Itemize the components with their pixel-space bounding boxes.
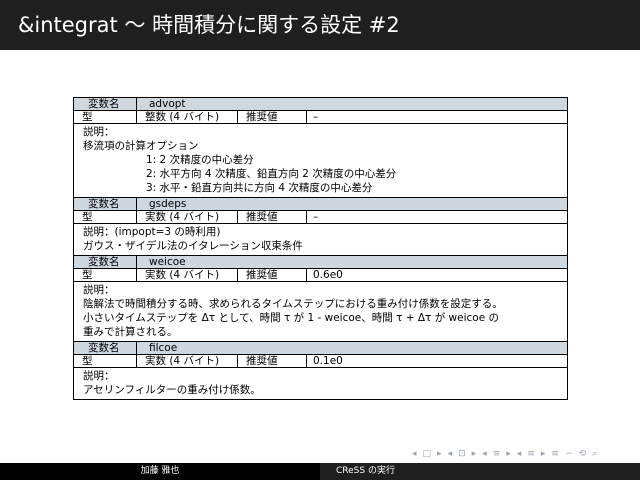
nav-prev-document-icon[interactable]: ◂ xyxy=(517,448,522,460)
var-name-value: gsdeps xyxy=(149,198,187,210)
footer-author: 加藤 雅也 xyxy=(0,463,320,480)
recommended-label: 推奨値 xyxy=(238,269,307,281)
var-name-label: 変数名 xyxy=(74,342,137,354)
nav-section-icon[interactable]: ≡ xyxy=(493,448,501,460)
nav-next-section-icon[interactable]: ▸ xyxy=(506,448,511,460)
type-value: 実数 (4 バイト) xyxy=(137,269,238,281)
recommended-value: 0.1e0 xyxy=(313,355,343,367)
nav-next-frame-icon[interactable]: ▸ xyxy=(437,448,442,460)
var-name-label: 変数名 xyxy=(74,98,137,110)
description-header: 説明： xyxy=(83,126,115,138)
description-header: 説明： xyxy=(83,284,115,296)
description-header: 説明： xyxy=(83,370,115,382)
description-line: 陰解法で時間積分する時、求められるタイムステップにおける重み付け係数を設定する。 xyxy=(83,298,503,310)
nav-prev-section-icon[interactable]: ◂ xyxy=(482,448,487,460)
description-line: 3: 水平・鉛直方向共に方向 4 次精度の中心差分 xyxy=(146,182,373,194)
description-line: 1: 2 次精度の中心差分 xyxy=(146,154,254,166)
nav-search-icon[interactable]: ⌕ xyxy=(592,448,597,460)
type-row: 型 実数 (4 バイト) 推奨値 0.1e0 xyxy=(74,355,567,368)
description-header: 説明：(impopt=3 の時利用) xyxy=(83,226,221,238)
footer: 加藤 雅也 CReSS の実行 xyxy=(0,463,640,480)
type-value: 実数 (4 バイト) xyxy=(137,355,238,367)
type-row: 型 整数 (4 バイト) 推奨値 – xyxy=(74,111,567,124)
type-label: 型 xyxy=(74,355,137,367)
type-row: 型 実数 (4 バイト) 推奨値 0.6e0 xyxy=(74,269,567,282)
nav-prev-frame-icon[interactable]: ◂ xyxy=(412,448,417,460)
var-name-value: filcoe xyxy=(149,342,178,354)
recommended-value: 0.6e0 xyxy=(313,269,343,281)
var-name-label: 変数名 xyxy=(74,256,137,268)
description-line: 小さいタイムステップを Δτ として、時間 τ が 1 - weicoe、時間 … xyxy=(83,312,500,324)
title-bar: &integrat 〜 時間積分に関する設定 #2 xyxy=(0,0,640,50)
type-label: 型 xyxy=(74,211,137,223)
var-name-value: weicoe xyxy=(149,256,186,268)
var-name-value: advopt xyxy=(149,98,186,110)
var-name-row: 変数名 gsdeps xyxy=(74,198,567,211)
nav-back-icon[interactable]: ∽ xyxy=(565,448,573,460)
description-line: 移流項の計算オプション xyxy=(83,140,199,152)
description-block: 説明： アセリンフィルターの重み付け係数。 xyxy=(74,368,567,399)
type-label: 型 xyxy=(74,269,137,281)
beamer-navigation: ◂ □ ▸ ◂ ⊡ ▸ ◂ ≡ ▸ ◂ ≡ ▸ ≡ ∽ ⟲ ⌕ xyxy=(412,447,638,461)
nav-prev-subsection-icon[interactable]: ◂ xyxy=(448,448,453,460)
recommended-value: – xyxy=(313,111,319,123)
nav-subsection-icon[interactable]: ⊡ xyxy=(458,448,466,460)
description-block: 説明：(impopt=3 の時利用) ガウス・ザイデル法のイタレーション収束条件 xyxy=(74,224,567,256)
var-name-row: 変数名 filcoe xyxy=(74,342,567,355)
description-line: ガウス・ザイデル法のイタレーション収束条件 xyxy=(83,240,303,252)
var-name-label: 変数名 xyxy=(74,198,137,210)
recommended-label: 推奨値 xyxy=(238,111,307,123)
nav-document-icon[interactable]: ≡ xyxy=(527,448,535,460)
type-row: 型 実数 (4 バイト) 推奨値 – xyxy=(74,211,567,224)
recommended-label: 推奨値 xyxy=(238,211,307,223)
type-label: 型 xyxy=(74,111,137,123)
nav-next-document-icon[interactable]: ▸ xyxy=(541,448,546,460)
description-block: 説明： 移流項の計算オプション 1: 2 次精度の中心差分 2: 水平方向 4 … xyxy=(74,124,567,198)
nav-undo-icon[interactable]: ⟲ xyxy=(579,448,587,460)
description-line: 2: 水平方向 4 次精度、鉛直方向 2 次精度の中心差分 xyxy=(146,168,397,180)
description-line: 重みで計算される。 xyxy=(83,326,178,338)
recommended-label: 推奨値 xyxy=(238,355,307,367)
nav-appendix-icon[interactable]: ≡ xyxy=(551,448,559,460)
nav-next-subsection-icon[interactable]: ▸ xyxy=(472,448,477,460)
description-line: アセリンフィルターの重み付け係数。 xyxy=(83,384,261,396)
type-value: 整数 (4 バイト) xyxy=(137,111,238,123)
footer-subtitle: CReSS の実行 xyxy=(320,463,640,480)
var-name-row: 変数名 weicoe xyxy=(74,256,567,269)
var-name-row: 変数名 advopt xyxy=(74,98,567,111)
slide-title: &integrat 〜 時間積分に関する設定 #2 xyxy=(18,13,400,37)
description-block: 説明： 陰解法で時間積分する時、求められるタイムステップにおける重み付け係数を設… xyxy=(74,282,567,342)
type-value: 実数 (4 バイト) xyxy=(137,211,238,223)
recommended-value: – xyxy=(313,211,319,223)
nav-frame-icon[interactable]: □ xyxy=(423,448,432,460)
parameter-table: 変数名 advopt 型 整数 (4 バイト) 推奨値 – 説明： 移流項の計算… xyxy=(73,97,568,400)
